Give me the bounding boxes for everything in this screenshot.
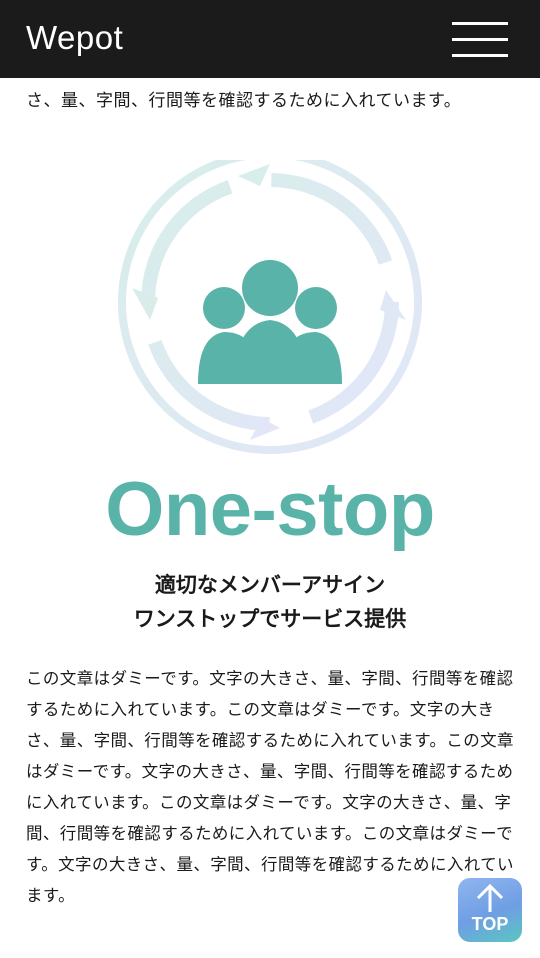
- menu-bar-icon: [452, 54, 508, 57]
- logo[interactable]: Wepot: [26, 16, 123, 60]
- arrow-up-icon: [476, 884, 504, 912]
- section-headline: 適切なメンバーアサイン ワンストップでサービス提供: [0, 568, 540, 636]
- one-stop-title: One-stop: [105, 467, 435, 552]
- hamburger-menu-button[interactable]: [452, 20, 508, 60]
- back-to-top-button[interactable]: TOP: [458, 878, 522, 942]
- one-stop-illustration: [118, 160, 422, 454]
- people-group-icon: [198, 260, 342, 384]
- logo-text: Wepot: [26, 19, 124, 56]
- intro-text: さ、量、字間、行間等を確認するために入れています。: [26, 91, 462, 111]
- headline-line-1: 適切なメンバーアサイン: [154, 573, 386, 597]
- top-label: TOP: [471, 914, 509, 934]
- header: Wepot: [0, 0, 540, 78]
- menu-bar-icon: [452, 38, 508, 41]
- body-paragraph: この文章はダミーです。文字の大きさ、量、字間、行間等を確認するために入れています…: [26, 669, 514, 905]
- menu-bar-icon: [452, 22, 508, 25]
- headline-line-2: ワンストップでサービス提供: [133, 607, 407, 631]
